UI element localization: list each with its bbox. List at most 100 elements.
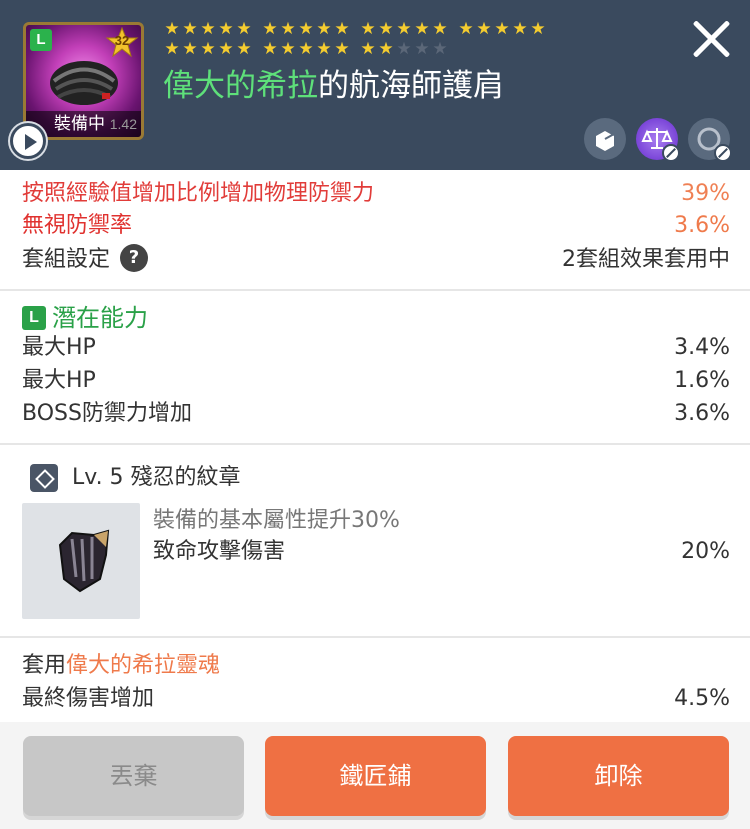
star-icon: ★ (378, 19, 394, 39)
star-icon: ★ (360, 19, 376, 39)
star-group: ★ ★ ★ ★ ★ (163, 40, 253, 60)
stat-value: 39% (681, 181, 730, 206)
emblem-stat-label: 致命攻擊傷害 (153, 539, 286, 564)
potential-value: 3.4% (674, 335, 730, 360)
emblem-title-row: Lv. 5 殘忍的紋章 (72, 462, 722, 494)
star-icon: ★ (512, 19, 528, 39)
play-button[interactable] (10, 123, 46, 159)
potential-value: 1.6% (674, 368, 730, 393)
star-icon: ★ (298, 19, 314, 39)
star-icon: ★ (476, 19, 492, 39)
star-icon: ★ (360, 39, 376, 59)
stat-value: 3.6% (674, 213, 730, 238)
star-group: ★ ★ ★ ★ ★ (163, 20, 253, 40)
set-setting-value: 2套組效果套用中 (562, 247, 730, 272)
star-group: ★ ★ ★ ★ ★ (261, 40, 351, 60)
blacksmith-button[interactable]: 鐵匠鋪 (265, 736, 486, 816)
share-icon[interactable] (584, 118, 626, 160)
star-icon: ★ (494, 19, 510, 39)
star-icon: ★ (298, 39, 314, 59)
stat-label: 無視防禦率 (22, 213, 133, 238)
divider (0, 289, 750, 291)
soul-prefix: 套用 (22, 653, 67, 678)
glove-icon (58, 529, 110, 593)
star-group: ★ ★ ★ ★ ★ (359, 20, 449, 40)
item-thumbnail[interactable]: L 32 裝備中 1.42 (23, 22, 144, 140)
shoulder-armor-icon (50, 61, 118, 105)
potential-line: 最大HP 1.6% (22, 365, 730, 397)
star-icon: ★ (164, 39, 180, 59)
equipped-label: 裝備中 (54, 114, 105, 134)
emblem-icon (30, 464, 58, 492)
star-icon: ★ (432, 39, 448, 59)
star-icon: ★ (200, 39, 216, 59)
star-icon: ★ (316, 39, 332, 59)
star-icon: ★ (530, 19, 546, 39)
emblem-desc-row: 裝備的基本屬性提升30% (153, 505, 730, 537)
help-icon[interactable]: ? (120, 244, 149, 272)
potential-value: 3.6% (674, 401, 730, 426)
star-icon: ★ (316, 19, 332, 39)
star-icon: ★ (378, 39, 394, 59)
emblem-stat-value: 20% (681, 539, 730, 564)
star-icon: ★ (334, 19, 350, 39)
star-icon: ★ (458, 19, 474, 39)
cut-stat-row: 按照經驗值增加比例增加物理防禦力 39% (22, 178, 730, 210)
potential-label: BOSS防禦力增加 (22, 401, 192, 426)
star-icon: ★ (280, 19, 296, 39)
item-details[interactable]: 按照經驗值增加比例增加物理防禦力 39% 無視防禦率 3.6% 套組設定? 2套… (0, 170, 750, 722)
item-title-rest: 的航海師護肩 (318, 68, 504, 104)
divider (0, 443, 750, 445)
star-icon: ★ (280, 39, 296, 59)
star-icon: ★ (200, 19, 216, 39)
box-arrow-icon (596, 131, 615, 151)
grade-badge: L (30, 29, 52, 51)
item-number: 1.42 (109, 116, 137, 132)
reset-icon[interactable] (688, 118, 732, 162)
disabled-badge-icon (662, 144, 680, 162)
star-group: ★ ★ ★ ★ ★ (457, 20, 547, 40)
soul-value: 4.5% (674, 686, 730, 711)
ignore-def-row: 無視防禦率 3.6% (22, 210, 730, 242)
star-icon: ★ (414, 19, 430, 39)
star-force-rating: ★ ★ ★ ★ ★ ★ ★ ★ ★ ★ ★ ★ ★ ★ ★ ★ ★ ★ ★ ★ ★ ★ ★ ★ ★ ★ ★ ★ ★ ★ ★ ★ ★ ★ ★ (163, 20, 583, 60)
soul-title-row: 套用偉大的希拉靈魂 (22, 650, 730, 682)
potential-label: 最大HP (22, 335, 96, 360)
divider (0, 636, 750, 638)
set-setting-label: 套組設定 (22, 247, 111, 272)
item-title-highlight: 偉大的希拉 (163, 68, 318, 104)
soul-stat-row: 最終傷害增加 4.5% (22, 683, 730, 715)
discard-button[interactable]: 丟棄 (23, 736, 244, 816)
close-button[interactable] (690, 18, 732, 60)
emblem-desc: 裝備的基本屬性提升30% (153, 508, 400, 533)
star-row: ★ ★ ★ ★ ★ ★ ★ ★ ★ ★ ★ ★ ★ ★ ★ ★ ★ ★ ★ ★ (163, 20, 583, 40)
potential-title: 潛在能力 (52, 304, 148, 332)
set-setting-row: 套組設定? 2套組效果套用中 (22, 244, 730, 276)
disabled-badge-icon (714, 144, 732, 162)
unequip-button[interactable]: 卸除 (508, 736, 729, 816)
compare-scale-icon[interactable] (636, 118, 680, 162)
star-icon: ★ (218, 19, 234, 39)
star-icon: ★ (262, 19, 278, 39)
star-icon: ★ (182, 19, 198, 39)
item-header: L 32 裝備中 1.42 ★ ★ ★ ★ ★ ★ ★ ★ ★ ★ ★ ★ ★ ★ ★ ★ ★ ★ ★ ★ ★ ★ ★ ★ ★ ★… (0, 0, 750, 170)
star-icon: ★ (396, 19, 412, 39)
star-icon: ★ (262, 39, 278, 59)
level-star-badge: 32 (105, 26, 139, 58)
star-group: ★ ★ ★ ★ ★ (261, 20, 351, 40)
star-icon: ★ (236, 39, 252, 59)
soul-name: 偉大的希拉靈魂 (66, 653, 221, 678)
potential-line: 最大HP 3.4% (22, 332, 730, 364)
potential-line: BOSS防禦力增加 3.6% (22, 398, 730, 430)
item-level: 32 (114, 33, 130, 48)
star-row: ★ ★ ★ ★ ★ ★ ★ ★ ★ ★ ★ ★ ★ ★ ★ (163, 40, 583, 60)
potential-grade-badge: L (22, 305, 46, 330)
item-title: 偉大的希拉的航海師護肩 (163, 60, 504, 105)
emblem-thumbnail (22, 503, 140, 619)
potential-header: L 潛在能力 (22, 302, 730, 334)
star-icon: ★ (414, 39, 430, 59)
potential-label: 最大HP (22, 368, 96, 393)
star-icon: ★ (334, 39, 350, 59)
star-group: ★ ★ ★ ★ ★ (359, 40, 449, 60)
stat-label: 按照經驗值增加比例增加物理防禦力 (22, 181, 375, 206)
